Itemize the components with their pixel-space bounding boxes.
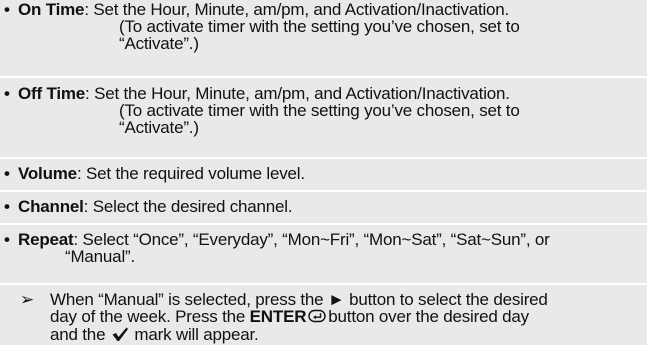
note-text-part: and the [50, 325, 106, 344]
note-line: day of the week. Press the ENTER button o… [50, 308, 640, 326]
bullet-icon: • [4, 230, 10, 249]
item-text: Volume: Set the required volume level. [18, 165, 640, 182]
bullet-icon: • [4, 197, 10, 216]
item-line: On Time: Set the Hour, Minute, am/pm, an… [18, 1, 640, 18]
note-line: and the mark will appear. [50, 326, 640, 345]
checkmark-icon [111, 326, 129, 345]
divider [0, 157, 647, 159]
divider [0, 223, 647, 225]
item-line: Volume: Set the required volume level. [18, 165, 640, 182]
item-text: On Time: Set the Hour, Minute, am/pm, an… [18, 1, 640, 52]
item-line: Off Time: Set the Hour, Minute, am/pm, a… [18, 85, 640, 102]
item-line: “Activate”.) [119, 34, 199, 53]
item-text: Off Time: Set the Hour, Minute, am/pm, a… [18, 85, 640, 136]
divider [0, 283, 647, 285]
item-term: On Time [18, 0, 85, 19]
item-description: : Select the desired channel. [83, 197, 293, 216]
bullet-icon: • [4, 0, 10, 19]
note-text-part: day of the week. Press the [50, 307, 246, 326]
item-term: Channel [18, 197, 84, 216]
item-line: (To activate timer with the setting you’… [119, 17, 520, 36]
arrowhead-icon: ➢ [20, 290, 35, 309]
note-text-part: button over the desired day [328, 307, 529, 326]
item-text: Repeat: Select “Once”, “Everyday”, “Mon~… [18, 231, 640, 265]
bullet-icon: • [4, 164, 10, 183]
item-line: “Manual”. [65, 247, 136, 266]
item-line: “Activate”.) [119, 118, 199, 137]
enter-label: ENTER [249, 307, 307, 326]
note-line: When “Manual” is selected, press the ► b… [50, 291, 640, 308]
item-description: : Select “Once”, “Everyday”, “Mon~Fri”, … [73, 230, 550, 249]
item-line: (To activate timer with the setting you’… [119, 101, 520, 120]
item-line: Repeat: Select “Once”, “Everyday”, “Mon~… [18, 231, 640, 248]
divider [0, 76, 647, 78]
item-description: : Set the required volume level. [76, 164, 305, 183]
item-line: Channel: Select the desired channel. [18, 198, 640, 215]
bullet-icon: • [4, 84, 10, 103]
item-text: Channel: Select the desired channel. [18, 198, 640, 215]
manual-page: • On Time: Set the Hour, Minute, am/pm, … [0, 0, 647, 343]
enter-icon [308, 309, 326, 326]
note-text: When “Manual” is selected, press the ► b… [50, 291, 640, 345]
item-term: Off Time [18, 84, 86, 103]
item-term: Volume [18, 164, 77, 183]
note-text-part: mark will appear. [134, 325, 259, 344]
play-icon: ► [327, 290, 345, 309]
divider [0, 190, 647, 192]
